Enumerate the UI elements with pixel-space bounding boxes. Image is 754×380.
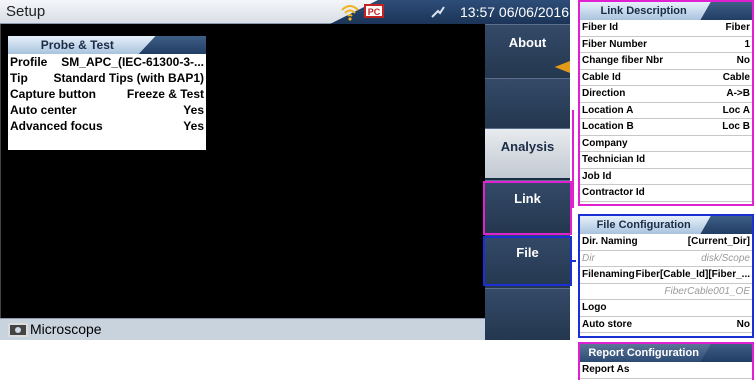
table-row[interactable]: Contractor Id (580, 185, 752, 202)
row-label: Dir (582, 252, 595, 264)
row-label: Filenaming (582, 269, 635, 280)
row-label: Location B (582, 121, 634, 132)
probe-row-advanced-focus: Advanced focus Yes (8, 118, 206, 134)
table-row[interactable]: Fiber Number 1 (580, 37, 752, 53)
row-label: Location A (582, 104, 634, 116)
row-label: Logo (582, 302, 607, 313)
link-connector (572, 110, 576, 208)
report-configuration-header: Report Configuration (580, 344, 752, 362)
row-label: Dir. Naming (582, 236, 638, 247)
row-label: Technician Id (582, 154, 646, 165)
about-button[interactable]: About (485, 24, 570, 78)
file-highlight (483, 236, 572, 286)
microscope-tab[interactable]: Microscope (0, 318, 485, 340)
probe-row-auto-center: Auto center Yes (8, 102, 206, 118)
analysis-label: Analysis (500, 139, 555, 154)
probe-test-panel[interactable]: Probe & Test Profile SM_APC_(IEC-61300-3… (8, 36, 206, 150)
row-value: [Current_Dir] (687, 236, 750, 247)
table-row[interactable]: Change fiber Nbr No (580, 53, 752, 70)
power-plug-icon (431, 6, 445, 18)
title-bar: Setup PC 13:57 06/06/2016 (0, 0, 570, 24)
header-tab-decoration (700, 344, 752, 362)
row-value: Fiber (725, 22, 750, 33)
row-label: Company (582, 137, 628, 149)
row-value: Loc B (722, 121, 750, 132)
table-row[interactable]: Cable Id Cable (580, 70, 752, 86)
table-row[interactable]: Report As (580, 362, 752, 379)
table-row[interactable]: Direction A->B (580, 86, 752, 103)
row-label: Auto store (582, 318, 632, 330)
row-value: FiberCable001_OE (664, 285, 750, 297)
clock: 13:57 06/06/2016 (460, 4, 569, 20)
table-row[interactable]: Job Id (580, 169, 752, 185)
table-row[interactable]: Technician Id (580, 152, 752, 169)
link-description-table: Link Description Fiber Id Fiber Fiber Num… (578, 0, 754, 206)
probe-test-title: Probe & Test (40, 38, 114, 52)
link-highlight (483, 181, 572, 235)
header-tab-decoration (138, 36, 206, 54)
probe-row-label: Profile (10, 55, 48, 69)
row-label: Fiber Number (582, 38, 648, 50)
row-value: No (736, 318, 750, 330)
microscope-label: Microscope (30, 321, 102, 337)
probe-test-header: Probe & Test (8, 36, 206, 54)
svg-text:PC: PC (368, 7, 381, 17)
file-connector (572, 260, 576, 262)
microscope-icon (8, 323, 28, 337)
row-label: Change fiber Nbr (582, 55, 664, 66)
probe-row-value: Standard Tips (with BAP1) (53, 71, 204, 85)
row-label: Job Id (582, 170, 612, 182)
probe-row-value: Yes (183, 103, 204, 117)
analysis-button[interactable]: Analysis (485, 128, 570, 178)
probe-row-label: Advanced focus (10, 119, 103, 133)
row-label: Report As (582, 364, 630, 375)
row-value: Cable (722, 71, 750, 83)
table-row[interactable]: Auto store No (580, 317, 752, 333)
about-label: About (508, 35, 547, 50)
row-value: 1 (744, 38, 750, 50)
table-row[interactable]: Dir. Naming [Current_Dir] (580, 234, 752, 251)
row-label: Contractor Id (582, 187, 645, 198)
window-title: Setup (6, 3, 46, 20)
table-row: Dir disk/Scope (580, 251, 752, 267)
empty-button-3[interactable] (485, 288, 570, 340)
probe-row-value: Freeze & Test (126, 87, 204, 101)
header-tab-decoration (700, 2, 752, 20)
report-configuration-title: Report Configuration (588, 347, 699, 359)
row-value: Fiber[Cable_Id][Fiber_... (635, 269, 750, 280)
probe-row-tip: Tip Standard Tips (with BAP1) (8, 70, 206, 86)
expand-arrow-icon (554, 61, 570, 73)
row-value: No (736, 55, 750, 66)
file-configuration-header: File Configuration (580, 216, 752, 234)
table-row[interactable]: Location B Loc B (580, 119, 752, 136)
wifi-icon (341, 5, 359, 21)
probe-row-value: SM_APC_(IEC-61300-3-... (61, 55, 204, 69)
link-description-title: Link Description (600, 5, 687, 17)
row-value: disk/Scope (701, 252, 750, 264)
header-tab-decoration (700, 216, 752, 234)
file-configuration-title: File Configuration (596, 219, 691, 231)
row-value: Loc A (722, 104, 750, 116)
table-row[interactable]: Logo (580, 300, 752, 317)
row-label: Direction (582, 88, 626, 99)
table-row[interactable]: Fiber Id Fiber (580, 20, 752, 37)
table-row[interactable]: Location A Loc A (580, 103, 752, 119)
probe-row-label: Tip (10, 71, 28, 85)
row-value: A->B (726, 88, 750, 99)
report-configuration-table: Report Configuration Report As (578, 342, 754, 380)
probe-row-value: Yes (183, 119, 204, 133)
probe-row-capture-button: Capture button Freeze & Test (8, 86, 206, 102)
probe-row-label: Capture button (10, 87, 96, 101)
probe-row-label: Auto center (10, 103, 77, 117)
empty-button-1[interactable] (485, 78, 570, 128)
table-row: FiberCable001_OE (580, 284, 752, 300)
pc-connection-icon: PC (364, 4, 384, 18)
link-description-header: Link Description (580, 2, 752, 20)
table-row[interactable]: Company (580, 136, 752, 152)
row-label: Fiber Id (582, 22, 619, 33)
file-configuration-table: File Configuration Dir. Naming [Current_D… (578, 214, 754, 338)
row-label: Cable Id (582, 71, 621, 83)
probe-row-profile: Profile SM_APC_(IEC-61300-3-... (8, 54, 206, 70)
table-row[interactable]: Filenaming Fiber[Cable_Id][Fiber_... (580, 267, 752, 284)
